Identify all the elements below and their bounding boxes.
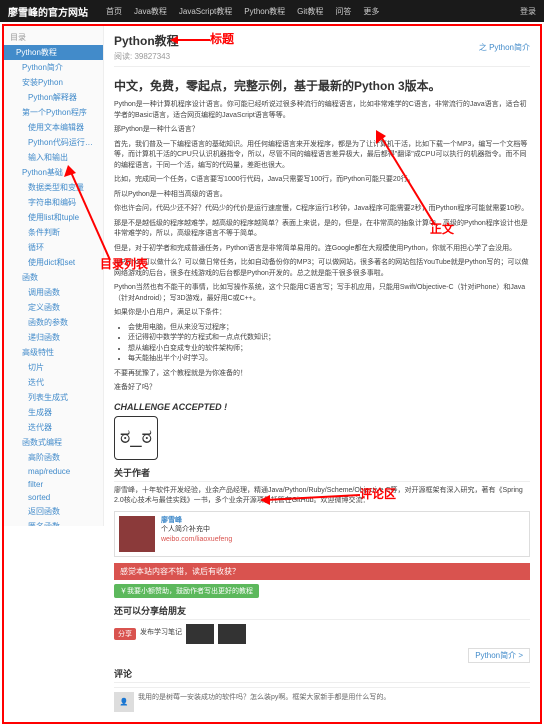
sidebar-item[interactable]: 定义函数 <box>4 300 103 315</box>
sidebar-item[interactable]: 安装Python <box>4 75 103 90</box>
comment-row: 👤 我用的是树莓一安装成功的软件吗？怎么装py啊。框架大家新手都是用什么写的。 <box>114 687 530 716</box>
article-h1: 中文，免费，零起点，完整示例，基于最新的Python 3版本。 <box>114 77 530 94</box>
author-card: 廖雪峰 个人简介补充中 weibo.com/liaoxuefeng <box>114 511 530 557</box>
sidebar-item[interactable]: 生成器 <box>4 405 103 420</box>
nav-java[interactable]: Java教程 <box>134 6 167 17</box>
sidebar-item[interactable]: filter <box>4 478 103 491</box>
sidebar-item[interactable]: 迭代 <box>4 375 103 390</box>
share-section: 还可以分享给朋友 分享 发布学习笔记 <box>114 604 530 644</box>
sidebar-item[interactable]: 输入和输出 <box>4 150 103 165</box>
next-link-top[interactable]: 之 Python简介 <box>479 42 530 53</box>
sidebar-item[interactable]: 使用文本编辑器 <box>4 120 103 135</box>
list-item: 还记得初中数学学的方程式和一点点代数知识； <box>128 333 530 344</box>
sidebar-item[interactable]: map/reduce <box>4 465 103 478</box>
para: Python当然也有不能干的事情，比如写操作系统，这个只能用C语言写；写手机应用… <box>114 283 530 304</box>
next-button[interactable]: Python简介 > <box>468 648 530 663</box>
sidebar-item[interactable]: 第一个Python程序 <box>4 105 103 120</box>
top-navbar: 廖雪峰的官方网站 首页 Java教程 JavaScript教程 Python教程… <box>0 0 544 22</box>
sidebar-heading: 目录 <box>4 30 103 45</box>
share-badge[interactable]: 分享 <box>114 628 136 640</box>
list-item: 想从编程小白变成专业的软件架构师； <box>128 344 530 355</box>
author-meta: 个人简介补充中 <box>161 525 525 535</box>
nav-python[interactable]: Python教程 <box>244 6 285 17</box>
nav-git[interactable]: Git教程 <box>297 6 323 17</box>
sidebar-item[interactable]: Python基础 <box>4 165 103 180</box>
main-container: 目录 Python教程Python简介安装PythonPython解释器第一个P… <box>2 24 542 724</box>
share-heading: 还可以分享给朋友 <box>114 604 530 620</box>
comment-text: 我用的是树莓一安装成功的软件吗？怎么装py啊。框架大家新手都是用什么写的。 <box>138 692 390 712</box>
list-item: 会使用电脑，但从来没写过程序； <box>128 323 530 334</box>
author-section: 关于作者 廖雪峰，十年软件开发经验，业余产品经理，精通Java/Python/R… <box>114 466 530 557</box>
para: 那Python是一种什么语言？ <box>114 125 530 136</box>
sidebar-item[interactable]: 字符串和编码 <box>4 195 103 210</box>
read-count: 阅读: 39827343 <box>114 51 179 62</box>
video-thumb[interactable] <box>186 624 214 644</box>
nav-js[interactable]: JavaScript教程 <box>179 6 232 17</box>
nav-next-row: Python简介 > <box>114 650 530 661</box>
sidebar-item[interactable]: 函数式编程 <box>4 435 103 450</box>
share-text: 发布学习笔记 <box>140 628 182 639</box>
para: 所以Python是一种相当高级的语言。 <box>114 190 530 201</box>
sidebar-item[interactable]: 循环 <box>4 240 103 255</box>
sidebar-item[interactable]: 切片 <box>4 360 103 375</box>
sidebar-item[interactable]: 函数的参数 <box>4 315 103 330</box>
sidebar-item[interactable]: 使用list和tuple <box>4 210 103 225</box>
site-brand[interactable]: 廖雪峰的官方网站 <box>8 4 88 19</box>
challenge-face-icon: ಠ_ಠ <box>114 416 158 460</box>
para: 准备好了吗？ <box>114 383 530 394</box>
para: 比如，完成同一个任务，C语言要写1000行代码，Java只需要写100行，而Py… <box>114 175 530 186</box>
sidebar-item[interactable]: 高级特性 <box>4 345 103 360</box>
sidebar-item[interactable]: 数据类型和变量 <box>4 180 103 195</box>
author-heading: 关于作者 <box>114 466 530 482</box>
sidebar-item[interactable]: Python代码运行助手 <box>4 135 103 150</box>
content-area: Python教程 阅读: 39827343 之 Python简介 中文，免费，零… <box>104 26 540 722</box>
sidebar-item[interactable]: Python教程 <box>4 45 103 60</box>
sidebar-item[interactable]: 高阶函数 <box>4 450 103 465</box>
challenge-text: CHALLENGE ACCEPTED ! <box>114 402 530 412</box>
para: 用Python可以做什么？可以做日常任务，比如自动备份你的MP3；可以做网站，很… <box>114 258 530 279</box>
sidebar-item[interactable]: 列表生成式 <box>4 390 103 405</box>
sidebar-item[interactable]: 匿名函数 <box>4 519 103 526</box>
nav-home[interactable]: 首页 <box>106 6 122 17</box>
sidebar-item[interactable]: 迭代器 <box>4 420 103 435</box>
sidebar-item[interactable]: 条件判断 <box>4 225 103 240</box>
para: Python是一种计算机程序设计语言。你可能已经听说过很多种流行的编程语言，比如… <box>114 100 530 121</box>
list-item: 每天能抽出半个小时学习。 <box>128 354 530 365</box>
sidebar-item[interactable]: 使用dict和set <box>4 255 103 270</box>
sidebar-item[interactable]: 递归函数 <box>4 330 103 345</box>
sidebar-item[interactable]: 返回函数 <box>4 504 103 519</box>
video-thumb[interactable] <box>218 624 246 644</box>
para: 你也许会问，代码少还不好？代码少的代价是运行速度慢，C程序运行1秒钟，Java程… <box>114 204 530 215</box>
sidebar-item[interactable]: sorted <box>4 491 103 504</box>
author-desc: 廖雪峰，十年软件开发经验，业余产品经理，精通Java/Python/Ruby/S… <box>114 486 530 507</box>
donate-bar: 感觉本站内容不错，读后有收获？ <box>114 563 530 580</box>
sidebar-item[interactable]: 函数 <box>4 270 103 285</box>
para: 不要再犹豫了，这个教程就是为你准备的！ <box>114 369 530 380</box>
nav-qa[interactable]: 问答 <box>335 6 351 17</box>
para: 但是，对于初学者和完成普通任务，Python语言是非常简单易用的。连Google… <box>114 244 530 255</box>
donate-button[interactable]: ￥我要小额赞助，鼓励作者写出更好的教程 <box>114 584 259 598</box>
nav-more[interactable]: 更多 <box>363 6 379 17</box>
sidebar-item[interactable]: 调用函数 <box>4 285 103 300</box>
sidebar-item[interactable]: Python解释器 <box>4 90 103 105</box>
sidebar-item[interactable]: Python简介 <box>4 60 103 75</box>
nav-login[interactable]: 登录 <box>520 6 536 17</box>
bullet-list: 会使用电脑，但从来没写过程序； 还记得初中数学学的方程式和一点点代数知识； 想从… <box>128 323 530 365</box>
weibo-link[interactable]: weibo.com/liaoxuefeng <box>161 535 525 545</box>
author-name[interactable]: 廖雪峰 <box>161 516 525 526</box>
para: 如果你是小白用户，满足以下条件： <box>114 308 530 319</box>
author-avatar <box>119 516 155 552</box>
comments-section: 评论 👤 我用的是树莓一安装成功的软件吗？怎么装py啊。框架大家新手都是用什么写… <box>114 667 530 716</box>
para: 首先，我们普及一下编程语言的基础知识。用任何编程语言来开发程序，都是为了让计算机… <box>114 140 530 172</box>
sidebar-toc: 目录 Python教程Python简介安装PythonPython解释器第一个P… <box>4 26 104 526</box>
para: 那是不是越低级的程序越难学，越高级的程序越简单？表面上来说，是的，但是，在非常高… <box>114 219 530 240</box>
comments-heading: 评论 <box>114 667 530 683</box>
comment-avatar-icon: 👤 <box>114 692 134 712</box>
page-title: Python教程 <box>114 32 179 49</box>
